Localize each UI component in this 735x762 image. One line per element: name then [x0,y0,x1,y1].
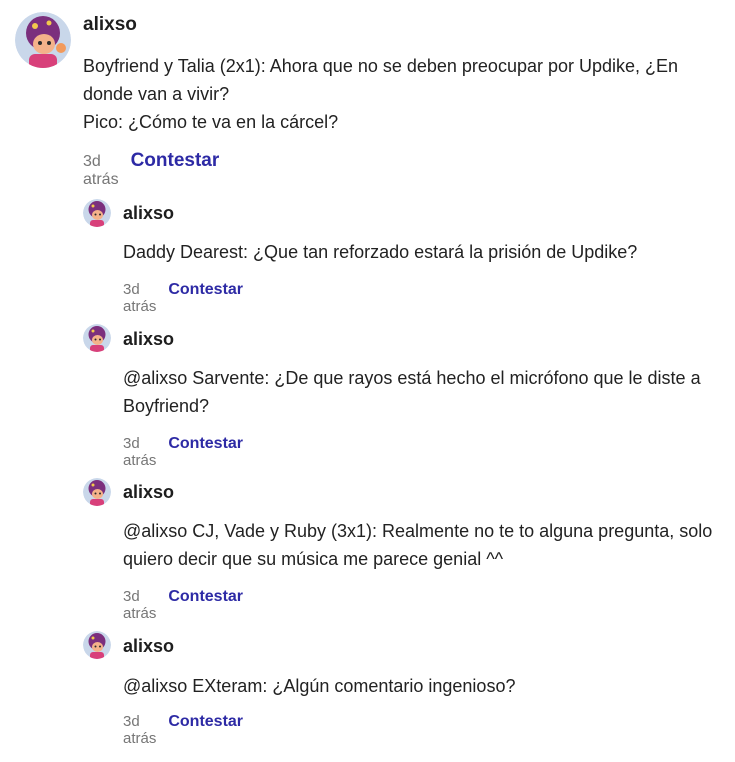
comment-time: 3d atrás [123,713,157,747]
reply-button[interactable]: Contestar [168,713,243,731]
comment-meta: 3d atrás Contestar [123,588,243,622]
comment-time: 3d atrás [123,588,157,622]
comment-meta: 3d atrás Contestar [123,713,243,747]
comment-meta: 3d atrás Contestar [123,281,243,315]
comment-text: Boyfriend y Talia (2x1): Ahora que no se… [83,56,679,132]
comment-text: @alixso Sarvente: ¿De que rayos está hec… [123,368,701,416]
comment-username[interactable]: alixso [123,635,174,657]
avatar[interactable] [15,12,71,68]
avatar[interactable] [83,631,111,659]
avatar[interactable] [83,324,111,352]
avatar-image [15,12,71,68]
comment-username[interactable]: alixso [83,14,137,36]
comment-text: Daddy Dearest: ¿Que tan reforzado estará… [123,242,638,262]
comment-time: 3d atrás [123,281,157,315]
comment-username[interactable]: alixso [123,202,174,224]
reply-button[interactable]: Contestar [168,435,243,453]
comment-text: @alixso CJ, Vade y Ruby (3x1): Realmente… [123,521,713,569]
comment-time: 3d atrás [123,435,157,469]
avatar[interactable] [83,478,111,506]
avatar-image [83,324,111,352]
comment-username[interactable]: alixso [123,328,174,350]
reply-button[interactable]: Contestar [168,588,243,606]
reply-button[interactable]: Contestar [131,150,220,172]
reply-button[interactable]: Contestar [168,281,243,299]
avatar[interactable] [83,199,111,227]
comment-meta: 3d atrás Contestar [83,150,219,189]
comment-username[interactable]: alixso [123,481,174,503]
comment-meta: 3d atrás Contestar [123,435,243,469]
avatar-image [83,478,111,506]
comment-time: 3d atrás [83,153,119,188]
comment-text: @alixso EXteram: ¿Algún comentario ingen… [123,676,516,696]
avatar-image [83,199,111,227]
avatar-image [83,631,111,659]
